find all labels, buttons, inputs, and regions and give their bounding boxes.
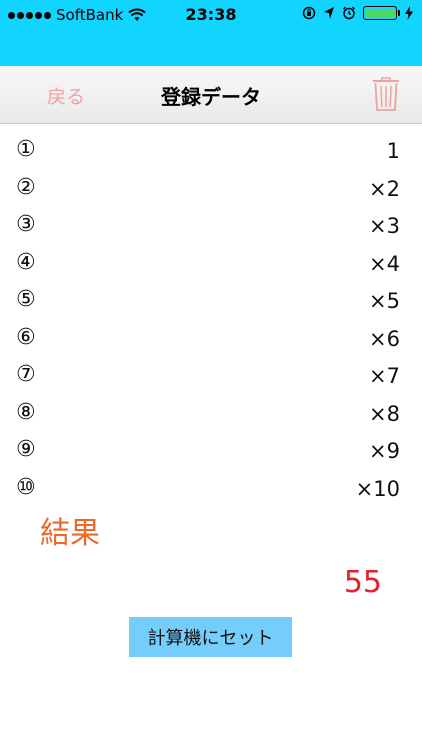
battery-icon — [363, 6, 400, 20]
result-value: 55 — [343, 565, 382, 600]
item-value: ×8 — [369, 401, 400, 426]
list-item: ⑦ ×7 — [0, 358, 422, 396]
item-number: ⑩ — [16, 474, 36, 500]
result-label: 結果 — [40, 516, 100, 551]
item-value: ×4 — [369, 251, 400, 276]
page-title: 登録データ — [161, 85, 261, 109]
item-value: ×6 — [369, 326, 400, 351]
item-value: ×7 — [369, 364, 400, 388]
list-item: ⑤ ×5 — [0, 283, 422, 321]
list-item: ② ×2 — [0, 171, 422, 209]
item-number: ⑥ — [16, 324, 36, 350]
item-number: ⑤ — [16, 287, 36, 312]
list-item: ⑧ ×8 — [0, 396, 422, 434]
status-bar-right — [302, 6, 414, 20]
location-arrow-icon — [324, 7, 334, 19]
status-bar: SoftBank 23:38 — [0, 0, 422, 66]
item-value: ×5 — [369, 289, 400, 313]
item-number: ⑦ — [16, 362, 36, 387]
navigation-bar: 戻る 登録データ — [0, 66, 422, 124]
item-number: ⑨ — [16, 437, 36, 462]
list-item: ⑩ ×10 — [0, 471, 422, 509]
trash-button[interactable] — [372, 76, 400, 112]
trash-icon — [373, 77, 399, 111]
item-number: ② — [16, 174, 36, 200]
list-item: ④ ×4 — [0, 246, 422, 284]
item-value: ×3 — [369, 214, 400, 238]
item-number: ⑧ — [16, 399, 36, 425]
data-list: ① 1 ② ×2 ③ ×3 ④ ×4 ⑤ ×5 ⑥ ×6 ⑦ ×7 ⑧ ×8 ⑨… — [0, 133, 422, 508]
list-item: ③ ×3 — [0, 208, 422, 246]
set-to-calculator-button[interactable]: 計算機にセット — [129, 617, 292, 657]
alarm-clock-icon — [342, 6, 356, 20]
list-item: ⑨ ×9 — [0, 433, 422, 471]
list-item: ⑥ ×6 — [0, 321, 422, 359]
item-value: ×2 — [369, 176, 400, 201]
item-number: ③ — [16, 212, 36, 237]
item-value: 1 — [386, 139, 400, 163]
rotation-lock-icon — [302, 6, 316, 20]
item-value: ×10 — [355, 476, 400, 501]
charging-bolt-icon — [405, 6, 413, 20]
item-value: ×9 — [369, 439, 400, 463]
item-number: ④ — [16, 249, 36, 275]
item-number: ① — [16, 137, 36, 162]
list-item: ① 1 — [0, 133, 422, 171]
